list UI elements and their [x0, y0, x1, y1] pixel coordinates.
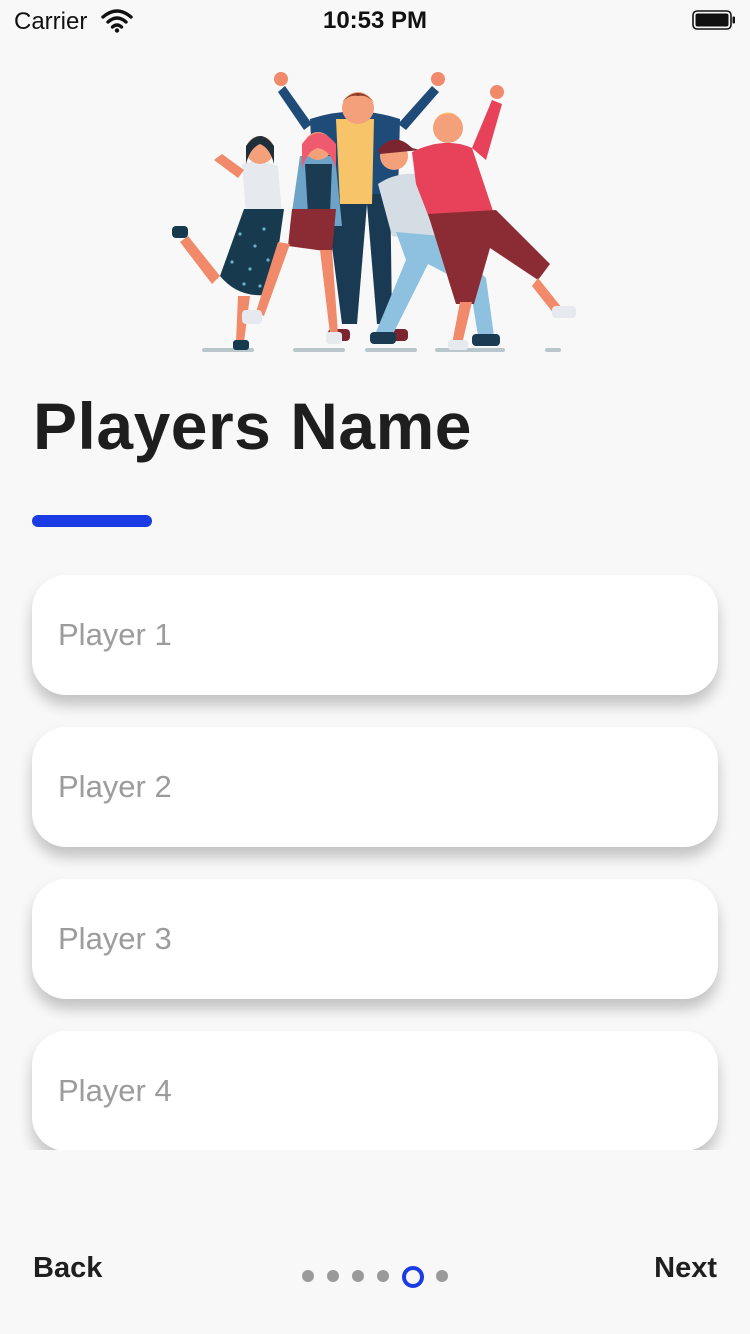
battery-icon	[692, 10, 735, 30]
status-bar: Carrier 10:53 PM	[0, 0, 750, 44]
title-underline	[32, 515, 152, 527]
clock: 10:53 PM	[322, 7, 428, 34]
player-4-input[interactable]	[32, 1031, 718, 1150]
page-title: Players Name	[33, 389, 472, 463]
page-dot-active[interactable]	[402, 1266, 424, 1288]
players-list[interactable]	[0, 560, 750, 1150]
page-dot[interactable]	[327, 1270, 339, 1282]
page-indicator	[0, 1240, 750, 1310]
player-2-input[interactable]	[32, 727, 718, 847]
player-1-input[interactable]	[32, 575, 718, 695]
bottom-nav: Back Next	[0, 1240, 750, 1310]
friends-illustration	[172, 72, 576, 352]
page-dot[interactable]	[352, 1270, 364, 1282]
page-dot[interactable]	[302, 1270, 314, 1282]
person-red-hoodie	[412, 85, 576, 350]
next-button[interactable]: Next	[654, 1252, 717, 1285]
page-dot[interactable]	[436, 1270, 448, 1282]
page-dot[interactable]	[377, 1270, 389, 1282]
person-left	[172, 136, 284, 350]
player-3-input[interactable]	[32, 879, 718, 999]
